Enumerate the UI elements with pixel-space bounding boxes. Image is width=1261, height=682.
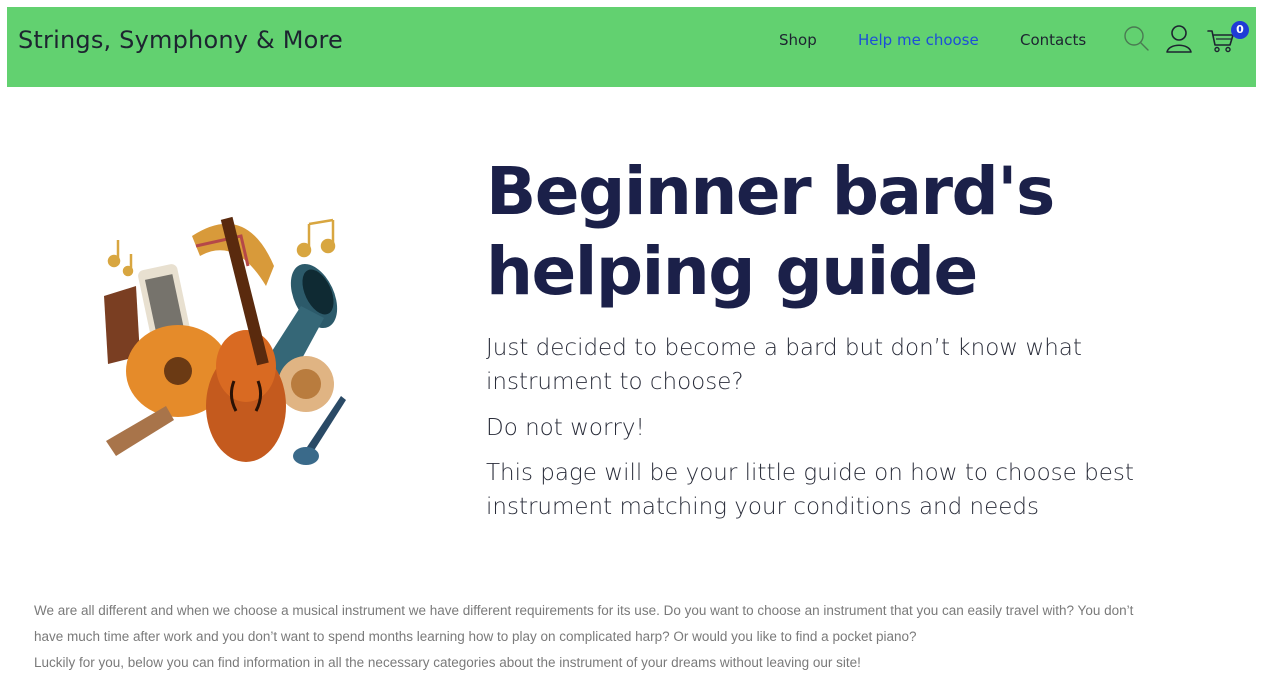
- page-title: Beginner bard's helping guide: [486, 152, 1186, 312]
- cart-count-badge: 0: [1231, 21, 1249, 39]
- intro-line-1: We are all different and when we choose …: [34, 603, 1134, 618]
- title-line-2: helping guide: [486, 233, 978, 310]
- hero-reassurance: Do not worry!: [486, 415, 645, 441]
- hero-question: Just decided to become a bard but don’t …: [486, 331, 1166, 399]
- user-icon[interactable]: [1165, 24, 1193, 58]
- title-line-1: Beginner bard's: [486, 153, 1055, 230]
- brand-title[interactable]: Strings, Symphony & More: [18, 26, 343, 54]
- top-navbar: Strings, Symphony & More Shop Help me ch…: [7, 7, 1256, 87]
- hero-description-line-1: This page will be your little guide on h…: [486, 460, 1134, 486]
- nav-shop[interactable]: Shop: [779, 31, 817, 49]
- intro-line-2: have much time after work and you don’t …: [34, 629, 917, 644]
- hero-question-line-1: Just decided to become a bard but don’t …: [486, 335, 1082, 361]
- hero-description-line-2: instrument matching your conditions and …: [486, 494, 1039, 520]
- nav-contacts[interactable]: Contacts: [1020, 31, 1086, 49]
- intro-line-3: Luckily for you, below you can find info…: [34, 655, 861, 670]
- hero-question-line-2: instrument to choose?: [486, 369, 744, 395]
- hero-description: This page will be your little guide on h…: [486, 456, 1166, 524]
- nav-help-me-choose[interactable]: Help me choose: [858, 31, 979, 49]
- instruments-illustration: [96, 206, 358, 476]
- search-icon[interactable]: [1123, 25, 1151, 57]
